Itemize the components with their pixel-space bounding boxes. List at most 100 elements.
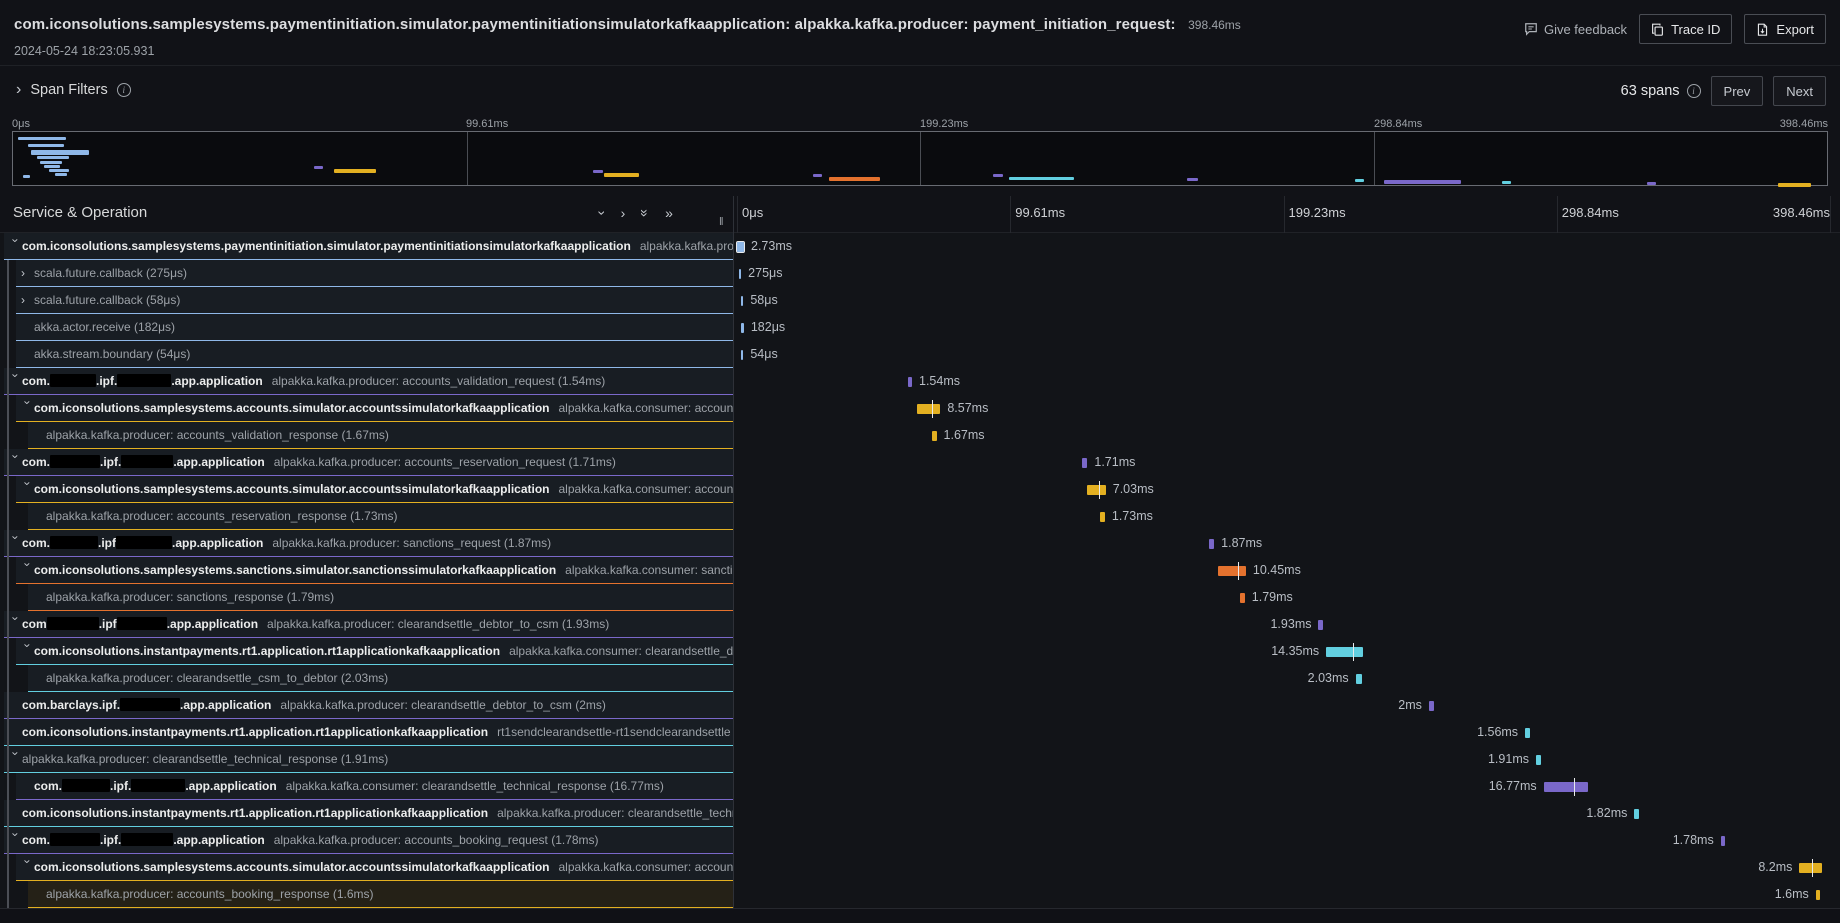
- span-bar[interactable]: [1240, 593, 1245, 603]
- span-row-timeline[interactable]: 1.56ms: [737, 719, 1830, 746]
- span-row-timeline[interactable]: 1.67ms: [737, 422, 1830, 449]
- span-row-left[interactable]: ›com..ipf.app.applicationalpakka.kafka.p…: [0, 530, 733, 557]
- span-row-left[interactable]: ›scala.future.callback (58μs): [0, 287, 733, 314]
- chevron-down-icon[interactable]: ›: [10, 374, 22, 387]
- span-row-content[interactable]: ›com.iconsolutions.instantpayments.rt1.a…: [16, 638, 733, 665]
- chevron-down-icon[interactable]: ›: [10, 617, 22, 630]
- span-row-left[interactable]: alpakka.kafka.producer: accounts_validat…: [0, 422, 733, 449]
- chevron-down-icon[interactable]: ›: [10, 455, 22, 468]
- span-row-left[interactable]: ›com.iconsolutions.samplesystems.sanctio…: [0, 557, 733, 584]
- span-row-left[interactable]: ›scala.future.callback (275μs): [0, 260, 733, 287]
- span-row-content[interactable]: alpakka.kafka.producer: sanctions_respon…: [28, 584, 733, 611]
- expand-one-icon[interactable]: ›: [621, 205, 626, 221]
- chevron-down-icon[interactable]: ›: [10, 833, 22, 846]
- span-row-content[interactable]: alpakka.kafka.producer: accounts_booking…: [28, 881, 733, 908]
- span-row-content[interactable]: ›com..ipf..app.applicationalpakka.kafka.…: [4, 368, 733, 395]
- collapse-all-icon[interactable]: »: [637, 209, 653, 217]
- span-row-timeline[interactable]: 1.91ms: [737, 746, 1830, 773]
- span-row-timeline[interactable]: 1.78ms: [737, 827, 1830, 854]
- span-bar[interactable]: [741, 296, 743, 306]
- span-bar[interactable]: [1544, 782, 1588, 792]
- expand-all-icon[interactable]: »: [665, 205, 673, 221]
- span-row-left[interactable]: com.iconsolutions.instantpayments.rt1.ap…: [0, 800, 733, 827]
- span-row-content[interactable]: alpakka.kafka.producer: accounts_reserva…: [28, 503, 733, 530]
- span-row-timeline[interactable]: 1.79ms: [737, 584, 1830, 611]
- span-row-left[interactable]: ›com..ipf..app.applicationalpakka.kafka.…: [0, 368, 733, 395]
- span-row-timeline[interactable]: 8.2ms: [737, 854, 1830, 881]
- span-bar[interactable]: [1536, 755, 1541, 765]
- collapse-one-icon[interactable]: ›: [594, 211, 610, 216]
- span-row-timeline[interactable]: 7.03ms: [737, 476, 1830, 503]
- chevron-down-icon[interactable]: ›: [10, 239, 22, 252]
- span-bar[interactable]: [1525, 728, 1530, 738]
- chevron-down-icon[interactable]: ›: [22, 401, 34, 414]
- span-bar[interactable]: [1429, 701, 1434, 711]
- span-row-timeline[interactable]: 54μs: [737, 341, 1830, 368]
- span-row-content[interactable]: ›com.iconsolutions.samplesystems.account…: [16, 854, 733, 881]
- span-bar[interactable]: [1816, 890, 1820, 900]
- span-row-content[interactable]: ›com..ipf.app.applicationalpakka.kafka.p…: [4, 530, 733, 557]
- span-bar[interactable]: [739, 269, 741, 279]
- export-button[interactable]: Export: [1744, 14, 1826, 44]
- span-filters-toggle[interactable]: › Span Filters i: [16, 82, 131, 98]
- span-row-left[interactable]: com..ipf..app.applicationalpakka.kafka.c…: [0, 773, 733, 800]
- span-row-content[interactable]: ›com.iconsolutions.samplesystems.payment…: [4, 233, 733, 260]
- span-bar[interactable]: [1082, 458, 1087, 468]
- span-bar[interactable]: [1318, 620, 1323, 630]
- span-row-timeline[interactable]: 1.87ms: [737, 530, 1830, 557]
- span-row-left[interactable]: alpakka.kafka.producer: clearandsettle_c…: [0, 665, 733, 692]
- panel-divider[interactable]: [733, 196, 734, 908]
- span-bar[interactable]: [1721, 836, 1726, 846]
- span-row-content[interactable]: ›alpakka.kafka.producer: clearandsettle_…: [4, 746, 733, 773]
- span-row-left[interactable]: akka.stream.boundary (54μs): [0, 341, 733, 368]
- panel-resize-handle[interactable]: ‖: [719, 216, 725, 228]
- trace-minimap[interactable]: [12, 131, 1828, 186]
- span-bar[interactable]: [917, 404, 940, 414]
- span-row-timeline[interactable]: 275μs: [737, 260, 1830, 287]
- span-bar[interactable]: [1087, 485, 1106, 495]
- span-row-content[interactable]: akka.actor.receive (182μs): [16, 314, 733, 341]
- chevron-down-icon[interactable]: ›: [22, 482, 34, 495]
- span-row-left[interactable]: alpakka.kafka.producer: accounts_reserva…: [0, 503, 733, 530]
- span-row-left[interactable]: alpakka.kafka.producer: accounts_booking…: [0, 881, 733, 908]
- span-bar[interactable]: [908, 377, 913, 387]
- span-row-timeline[interactable]: 8.57ms: [737, 395, 1830, 422]
- span-bar[interactable]: [1634, 809, 1639, 819]
- span-row-left[interactable]: ›alpakka.kafka.producer: clearandsettle_…: [0, 746, 733, 773]
- chevron-right-icon[interactable]: ›: [21, 267, 34, 279]
- span-row-left[interactable]: com.barclays.ipf..app.applicationalpakka…: [0, 692, 733, 719]
- span-row-content[interactable]: ›scala.future.callback (275μs): [16, 260, 733, 287]
- span-row-content[interactable]: alpakka.kafka.producer: clearandsettle_c…: [28, 665, 733, 692]
- span-row-content[interactable]: ›scala.future.callback (58μs): [16, 287, 733, 314]
- chevron-right-icon[interactable]: ›: [21, 294, 34, 306]
- span-row-content[interactable]: ›com..ipf..app.applicationalpakka.kafka.…: [4, 827, 733, 854]
- span-row-content[interactable]: com..ipf..app.applicationalpakka.kafka.c…: [16, 773, 733, 800]
- span-bar[interactable]: [1356, 674, 1362, 684]
- span-bar[interactable]: [737, 242, 744, 252]
- span-row-left[interactable]: alpakka.kafka.producer: sanctions_respon…: [0, 584, 733, 611]
- span-row-content[interactable]: ›com.iconsolutions.samplesystems.account…: [16, 395, 733, 422]
- span-row-content[interactable]: ›com.iconsolutions.samplesystems.sanctio…: [16, 557, 733, 584]
- span-bar[interactable]: [1218, 566, 1246, 576]
- span-row-content[interactable]: com.iconsolutions.instantpayments.rt1.ap…: [4, 719, 733, 746]
- span-row-left[interactable]: ›com..ipf..app.applicationalpakka.kafka.…: [0, 827, 733, 854]
- span-row-timeline[interactable]: 1.93ms: [737, 611, 1830, 638]
- span-bar[interactable]: [1799, 863, 1822, 873]
- span-row-content[interactable]: ›com.iconsolutions.samplesystems.account…: [16, 476, 733, 503]
- next-span-button[interactable]: Next: [1773, 76, 1826, 106]
- span-row-timeline[interactable]: 182μs: [737, 314, 1830, 341]
- chevron-down-icon[interactable]: ›: [22, 860, 34, 873]
- spans-info-icon[interactable]: i: [1687, 84, 1701, 98]
- span-row-left[interactable]: com.iconsolutions.instantpayments.rt1.ap…: [0, 719, 733, 746]
- span-bar[interactable]: [741, 323, 744, 333]
- span-bar[interactable]: [1100, 512, 1105, 522]
- span-bar[interactable]: [1209, 539, 1214, 549]
- span-row-left[interactable]: ›com..ipf..app.applicationalpakka.kafka.…: [0, 449, 733, 476]
- span-row-timeline[interactable]: 14.35ms: [737, 638, 1830, 665]
- span-bar[interactable]: [1326, 647, 1363, 657]
- prev-span-button[interactable]: Prev: [1711, 76, 1764, 106]
- chevron-down-icon[interactable]: ›: [22, 563, 34, 576]
- span-row-timeline[interactable]: 2.73ms: [737, 233, 1830, 260]
- span-row-content[interactable]: com.barclays.ipf..app.applicationalpakka…: [4, 692, 733, 719]
- span-row-left[interactable]: ›com.iconsolutions.samplesystems.account…: [0, 395, 733, 422]
